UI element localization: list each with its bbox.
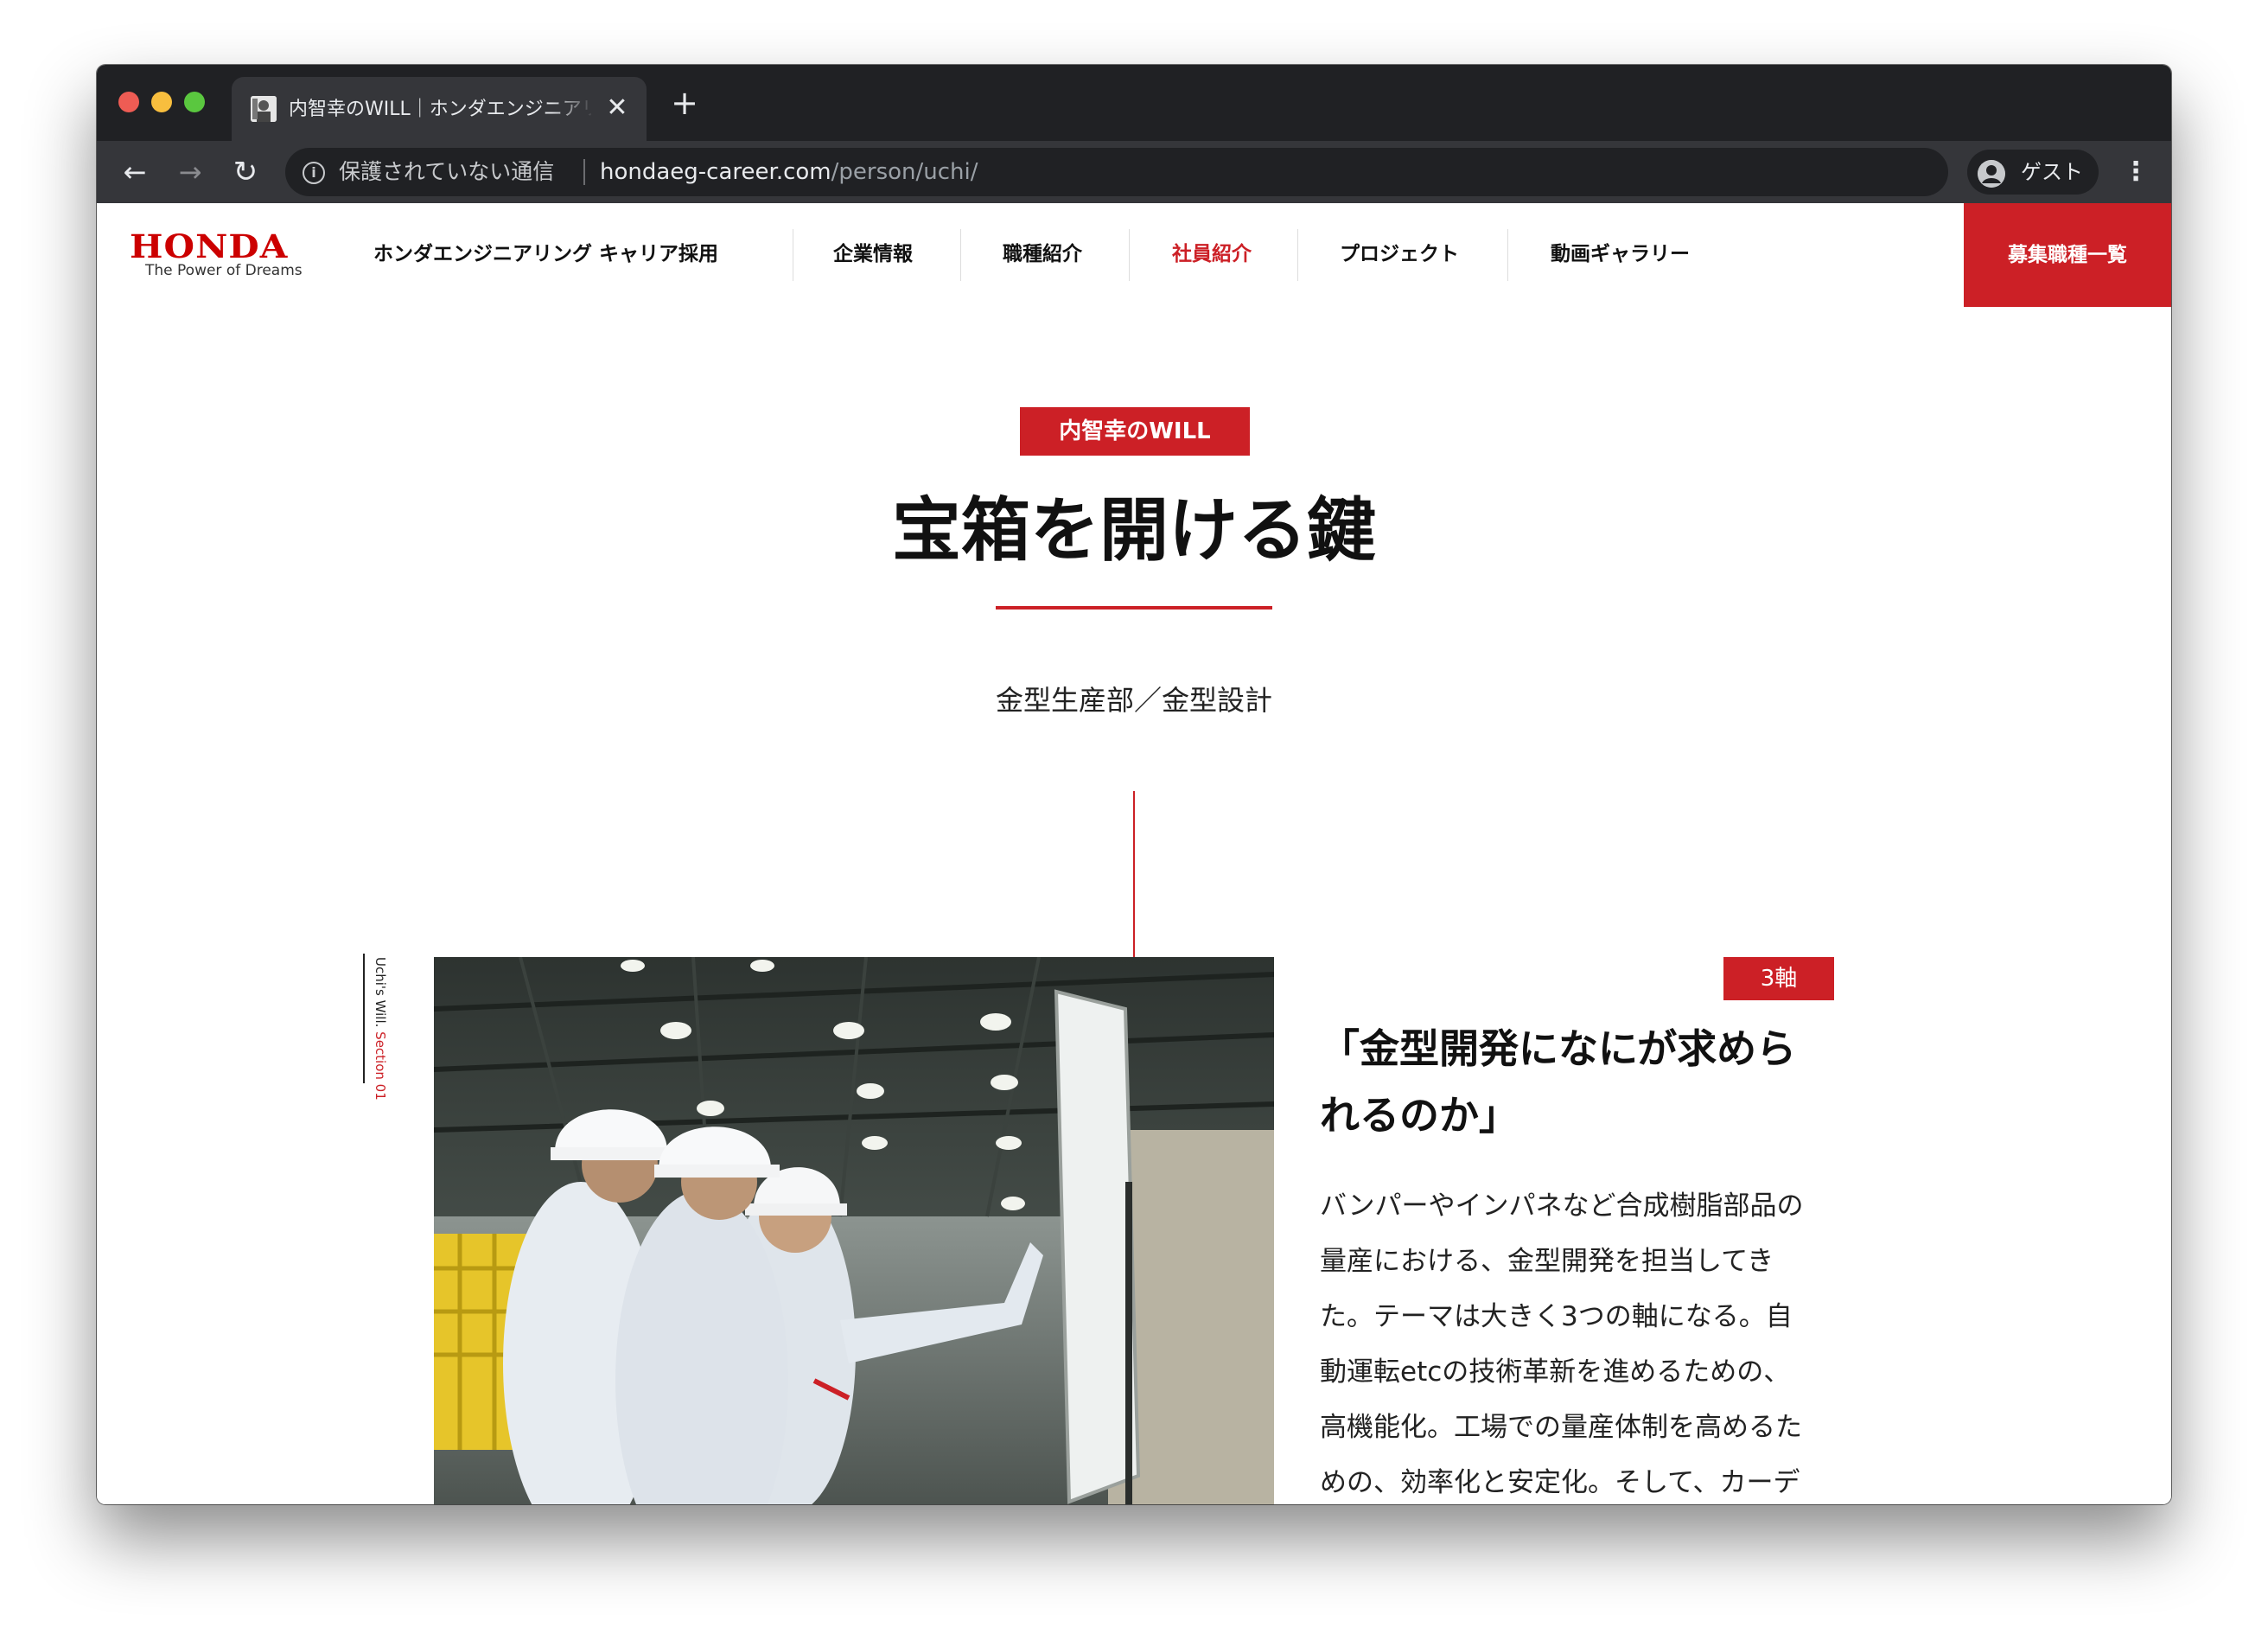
minimize-window-button[interactable] (151, 92, 172, 112)
security-status[interactable]: 保護されていない通信 (339, 158, 554, 186)
will-badge: 内智幸のWILL (1020, 407, 1250, 456)
browser-menu-icon[interactable]: ⋮ (2123, 153, 2149, 191)
nav-projects[interactable]: プロジェクト (1340, 239, 1459, 269)
browser-window: 内智幸のWILL｜ホンダエンジニアリング キャリア採用 ✕ + ← → ↻ i … (97, 65, 2171, 1504)
close-window-button[interactable] (118, 92, 139, 112)
logo-wordmark: HONDA (130, 227, 289, 265)
info-icon[interactable]: i (303, 162, 325, 184)
section-body: バンパーやインパネなど合成樹脂部品の 量産における、金型開発を担当してき た。テ… (1320, 1178, 1847, 1504)
address-bar[interactable]: i 保護されていない通信 hondaeg-career.com/person/u… (285, 148, 1948, 196)
favicon-icon (251, 96, 277, 122)
tab-title: 内智幸のWILL｜ホンダエンジニアリング キャリア採用 (289, 99, 591, 120)
url-text[interactable]: hondaeg-career.com/person/uchi/ (600, 158, 978, 186)
body-line: バンパーやインパネなど合成樹脂部品の (1320, 1190, 1804, 1222)
new-tab-button[interactable]: + (667, 86, 702, 120)
nav-jobs[interactable]: 職種紹介 (1003, 239, 1082, 269)
honda-logo[interactable]: HONDA The Power of Dreams (130, 229, 303, 281)
title-underline (996, 606, 1272, 610)
profile-label: ゲスト (2021, 160, 2083, 184)
browser-tab[interactable]: 内智幸のWILL｜ホンダエンジニアリング キャリア採用 ✕ (232, 77, 647, 141)
zoom-window-button[interactable] (184, 92, 205, 112)
site-header: HONDA The Power of Dreams ホンダエンジニアリング キャ… (97, 203, 2171, 307)
body-line: 量産における、金型開発を担当してき (1320, 1246, 1774, 1277)
axis-badge: 3軸 (1723, 957, 1834, 1000)
body-line: めの、効率化と安定化。そして、カーデ (1320, 1467, 1800, 1498)
body-line: 動運転etcの技術革新を進めるための、 (1320, 1356, 1791, 1388)
forward-button[interactable]: → (173, 155, 207, 189)
engineers-photo (434, 957, 1274, 1504)
site-name-link[interactable]: ホンダエンジニアリング キャリア採用 (373, 239, 718, 269)
nav-video-gallery[interactable]: 動画ギャラリー (1551, 239, 1690, 269)
body-line: 高機能化。工場での量産体制を高めるた (1320, 1412, 1802, 1443)
page-title: 宝箱を開ける鍵 (892, 490, 1376, 571)
logo-tagline: The Power of Dreams (145, 262, 303, 279)
back-button[interactable]: ← (118, 155, 152, 189)
department-label: 金型生産部／金型設計 (995, 684, 1272, 717)
tab-close-icon[interactable]: ✕ (602, 93, 633, 124)
profile-button[interactable]: ゲスト (1967, 150, 2099, 195)
web-page: HONDA The Power of Dreams ホンダエンジニアリング キャ… (97, 203, 2171, 1504)
reload-button[interactable]: ↻ (228, 155, 263, 189)
browser-toolbar: ← → ↻ i 保護されていない通信 hondaeg-career.com/pe… (97, 141, 2171, 203)
section-heading: 「金型開発になにが求めら れるのか」 (1320, 1025, 1797, 1139)
profile-icon (1978, 160, 2005, 188)
job-openings-button[interactable]: 募集職種一覧 (1964, 203, 2171, 307)
nav-company[interactable]: 企業情報 (833, 239, 913, 269)
nav-people[interactable]: 社員紹介 (1172, 239, 1252, 269)
tab-strip: 内智幸のWILL｜ホンダエンジニアリング キャリア採用 ✕ + (97, 65, 2171, 141)
body-line: た。テーマは大きく3つの軸になる。自 (1320, 1301, 1793, 1332)
section-side-label: Uchi's Will. Section 01 (363, 954, 391, 1101)
